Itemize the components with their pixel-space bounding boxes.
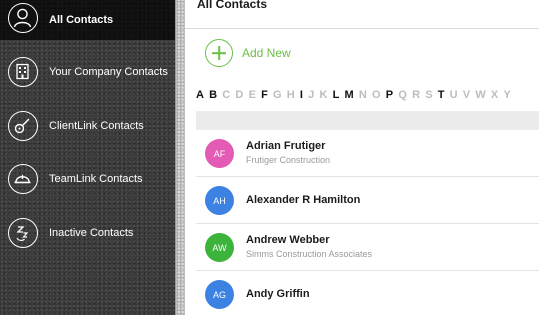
alphabet-letter-g: G <box>273 89 282 101</box>
sidebar-item-your-company-contacts[interactable]: Your Company Contacts <box>0 52 175 92</box>
contact-row[interactable]: AW Andrew Webber Simms Construction Associ… <box>196 224 539 271</box>
contact-company: Simms Construction Associates <box>246 249 373 259</box>
alphabet-index: ABCDEFGHIJKLMNOPQRSTUVWXY <box>196 88 516 102</box>
alphabet-letter-p[interactable]: P <box>386 89 393 101</box>
sidebar-item-label: TeamLink Contacts <box>49 173 143 185</box>
alphabet-letter-n: N <box>358 89 367 101</box>
sidebar-item-inactive-contacts[interactable]: Inactive Contacts <box>0 213 175 253</box>
alphabet-letter-x: X <box>490 89 499 101</box>
alphabet-letter-u: U <box>449 89 458 101</box>
sidebar-item-label: ClientLink Contacts <box>49 120 144 132</box>
alphabet-letter-w: W <box>475 89 486 101</box>
avatar: AW <box>205 233 234 262</box>
contact-row[interactable]: AF Adrian Frutiger Frutiger Construction <box>196 130 539 177</box>
contact-name: Andy Griffin <box>246 288 310 300</box>
sidebar-divider <box>175 0 185 315</box>
sidebar: All Contacts Your Company Contacts Clien… <box>0 0 175 315</box>
alphabet-letter-r: R <box>412 89 421 101</box>
avatar: AG <box>205 280 234 309</box>
header-divider <box>185 28 539 29</box>
sidebar-item-all-contacts[interactable]: All Contacts <box>0 0 175 40</box>
section-header <box>196 111 539 130</box>
guitar-icon <box>8 111 38 141</box>
hard-hat-icon <box>8 164 38 194</box>
contact-row[interactable]: AG Andy Griffin <box>196 271 539 315</box>
sidebar-item-label: Your Company Contacts <box>49 66 168 78</box>
sidebar-item-clientlink-contacts[interactable]: ClientLink Contacts <box>0 106 175 146</box>
person-outline-icon <box>8 3 38 33</box>
main-panel: All Contacts Add New ABCDEFGHIJKLMNOPQRS… <box>185 0 539 315</box>
alphabet-letter-c: C <box>222 89 231 101</box>
office-building-icon <box>8 57 38 87</box>
alphabet-letter-t[interactable]: T <box>438 89 445 101</box>
contact-company: Frutiger Construction <box>246 155 331 165</box>
alphabet-letter-s: S <box>425 89 433 101</box>
add-new-label: Add New <box>242 46 291 60</box>
sidebar-item-label: Inactive Contacts <box>49 227 134 239</box>
sleep-zzz-icon <box>8 218 38 248</box>
alphabet-letter-h: H <box>286 89 295 101</box>
avatar: AH <box>205 186 234 215</box>
add-new-button[interactable]: Add New <box>205 38 291 68</box>
contact-name: Adrian Frutiger <box>246 140 326 152</box>
sidebar-item-teamlink-contacts[interactable]: TeamLink Contacts <box>0 159 175 199</box>
alphabet-letter-d: D <box>235 89 244 101</box>
alphabet-letter-a[interactable]: A <box>196 89 204 101</box>
contact-name: Alexander R Hamilton <box>246 194 361 206</box>
alphabet-letter-q: Q <box>398 89 407 101</box>
alphabet-letter-b[interactable]: B <box>209 89 217 101</box>
alphabet-letter-o: O <box>372 89 381 101</box>
plus-circle-icon <box>205 39 233 67</box>
alphabet-letter-v: V <box>462 89 471 101</box>
alphabet-letter-y: Y <box>503 89 511 101</box>
alphabet-letter-m[interactable]: M <box>345 89 354 101</box>
alphabet-letter-i[interactable]: I <box>300 89 303 101</box>
alphabet-letter-f[interactable]: F <box>261 89 268 101</box>
alphabet-letter-e: E <box>248 89 256 101</box>
alphabet-letter-k: K <box>319 89 328 101</box>
sidebar-item-label: All Contacts <box>49 14 114 26</box>
page-title: All Contacts <box>197 0 268 11</box>
alphabet-letter-l[interactable]: L <box>333 89 340 101</box>
contact-name: Andrew Webber <box>246 234 330 246</box>
contact-row[interactable]: AH Alexander R Hamilton <box>196 177 539 224</box>
avatar: AF <box>205 139 234 168</box>
alphabet-letter-j: J <box>308 89 315 101</box>
